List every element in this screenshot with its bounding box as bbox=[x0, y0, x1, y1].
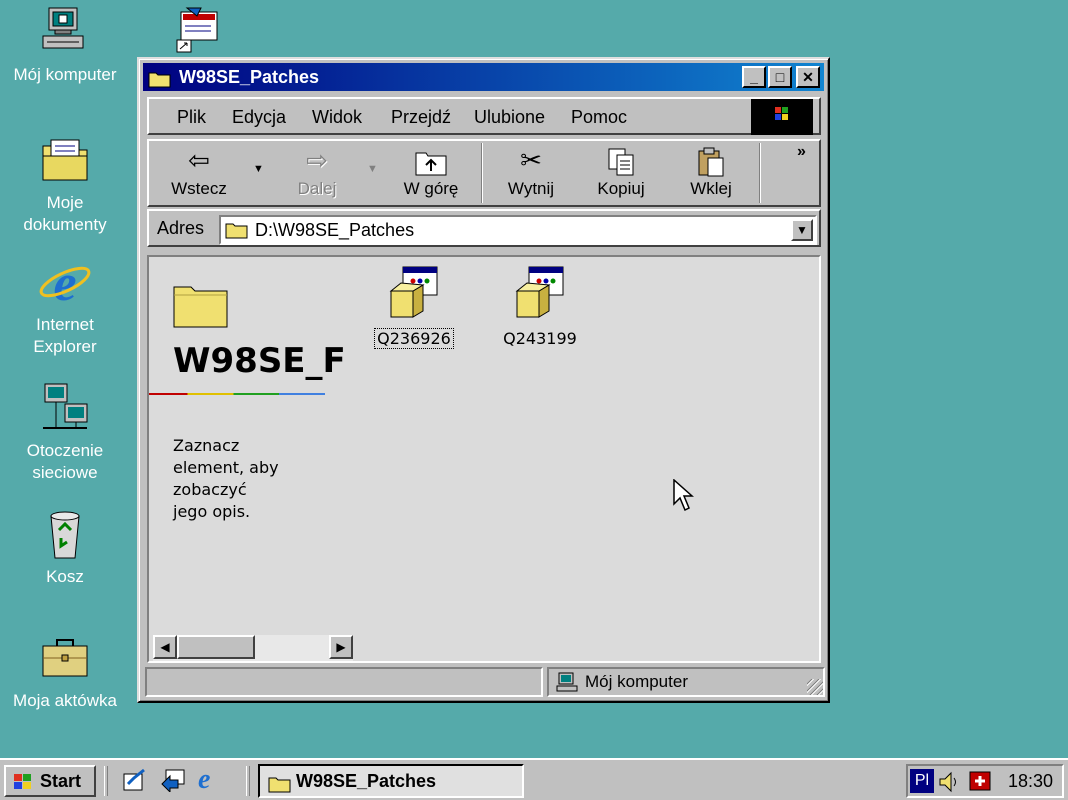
start-button[interactable]: Start bbox=[4, 765, 96, 797]
folder-heading: W98SE_F bbox=[173, 341, 346, 381]
explorer-window[interactable]: W98SE_Patches _ □ ✕ Plik Edycja Widok Pr… bbox=[137, 57, 830, 703]
toolbar-more-button[interactable]: » bbox=[797, 143, 806, 161]
system-tray: Pl 18:30 bbox=[906, 764, 1064, 798]
forward-arrow-icon: ⇨ bbox=[306, 145, 328, 175]
setup-package-icon bbox=[511, 266, 569, 325]
address-bar: Adres D:\W98SE_Patches ▼ bbox=[147, 209, 821, 247]
taskbar-window-title: W98SE_Patches bbox=[296, 771, 437, 791]
internet-explorer-icon: e bbox=[37, 254, 93, 312]
toolbar-separator bbox=[759, 143, 761, 203]
window-title: W98SE_Patches bbox=[179, 67, 320, 87]
antivirus-icon[interactable] bbox=[968, 769, 994, 798]
status-panel-main bbox=[145, 667, 543, 697]
forward-button[interactable]: ⇨ Dalej bbox=[277, 141, 357, 205]
network-icon bbox=[37, 380, 93, 436]
windows-logo-icon bbox=[751, 99, 813, 135]
menu-widok[interactable]: Widok bbox=[312, 107, 362, 128]
file-name: Q236926 bbox=[374, 328, 454, 349]
address-field[interactable]: D:\W98SE_Patches ▼ bbox=[219, 215, 817, 245]
resize-grip-icon[interactable] bbox=[807, 679, 823, 695]
menu-bar: Plik Edycja Widok Przejdź Ulubione Pomoc bbox=[147, 97, 821, 135]
copy-icon bbox=[581, 141, 661, 179]
desktop-icon-label: Internet Explorer bbox=[33, 315, 97, 356]
back-button[interactable]: ⇦ Wstecz bbox=[159, 141, 239, 205]
menu-edycja[interactable]: Edycja bbox=[232, 107, 286, 128]
window-titlebar[interactable]: W98SE_Patches _ □ ✕ bbox=[143, 63, 824, 91]
file-item[interactable]: Q236926 bbox=[369, 265, 459, 349]
scroll-right-button[interactable]: ▶ bbox=[329, 635, 353, 659]
internet-explorer-icon[interactable]: e bbox=[198, 764, 210, 796]
desktop-icon-label: Mój komputer bbox=[13, 65, 117, 84]
desktop-icon-label: Otoczenie sieciowe bbox=[26, 441, 104, 482]
folder-icon bbox=[225, 221, 249, 244]
start-label: Start bbox=[40, 771, 82, 791]
taskbar-window-button[interactable]: W98SE_Patches bbox=[258, 764, 524, 798]
briefcase-icon bbox=[37, 630, 93, 686]
channels-icon[interactable] bbox=[160, 768, 188, 797]
heading-rule bbox=[149, 393, 325, 395]
standard-toolbar: ⇦ Wstecz ▼ ⇨ Dalej ▼ W górę ✂ Wytnij Kop… bbox=[147, 139, 821, 207]
volume-icon[interactable] bbox=[938, 770, 960, 799]
menu-ulubione[interactable]: Ulubione bbox=[474, 107, 545, 128]
show-desktop-icon[interactable] bbox=[122, 768, 148, 797]
back-arrow-icon: ⇦ bbox=[188, 145, 210, 175]
cut-button[interactable]: ✂ Wytnij bbox=[491, 141, 571, 205]
desktop-icon-label: Moja aktówka bbox=[13, 691, 117, 710]
desktop-icon-briefcase[interactable]: Moja aktówka bbox=[0, 630, 130, 712]
setup-package-icon bbox=[385, 266, 443, 325]
status-bar: Mój komputer bbox=[145, 667, 825, 697]
address-dropdown-button[interactable]: ▼ bbox=[791, 219, 813, 241]
file-name: Q243199 bbox=[503, 329, 577, 348]
folder-view[interactable]: W98SE_F Zaznacz element, aby zobaczyć je… bbox=[147, 255, 821, 663]
folder-icon bbox=[268, 772, 292, 800]
scroll-left-button[interactable]: ◀ bbox=[153, 635, 177, 659]
desktop-icon-label: Kosz bbox=[46, 567, 84, 586]
file-item[interactable]: Q243199 bbox=[495, 265, 585, 349]
taskbar-separator bbox=[246, 766, 250, 796]
horizontal-scrollbar[interactable]: ◀ ▶ bbox=[153, 635, 353, 661]
menu-plik[interactable]: Plik bbox=[177, 107, 206, 128]
windows-logo-icon bbox=[12, 772, 34, 800]
forward-dropdown-icon[interactable]: ▼ bbox=[367, 163, 378, 175]
scroll-thumb[interactable] bbox=[177, 635, 255, 659]
mouse-cursor-icon bbox=[673, 478, 695, 518]
address-value: D:\W98SE_Patches bbox=[255, 220, 415, 240]
close-button[interactable]: ✕ bbox=[796, 66, 820, 88]
taskbar: Start e W98SE_Patches Pl 18:30 bbox=[0, 758, 1068, 800]
inbox-icon bbox=[167, 6, 223, 62]
menu-pomoc[interactable]: Pomoc bbox=[571, 107, 627, 128]
minimize-button[interactable]: _ bbox=[742, 66, 766, 88]
paste-clipboard-icon bbox=[671, 141, 751, 179]
desktop-icon-my-computer[interactable]: Mój komputer bbox=[0, 4, 130, 86]
maximize-button[interactable]: □ bbox=[768, 66, 792, 88]
folder-large-icon bbox=[171, 279, 231, 336]
svg-text:e: e bbox=[53, 255, 76, 310]
computer-icon bbox=[37, 4, 93, 60]
quicklaunch-separator bbox=[104, 766, 108, 796]
desktop-icon-label: Moje dokumenty bbox=[23, 193, 107, 234]
status-panel-location: Mój komputer bbox=[547, 667, 825, 697]
scissors-icon: ✂ bbox=[520, 145, 542, 175]
status-location: Mój komputer bbox=[585, 672, 688, 691]
up-folder-icon bbox=[391, 141, 471, 179]
description-text: Zaznacz element, aby zobaczyć jego opis. bbox=[173, 436, 279, 521]
menu-przejdz[interactable]: Przejdź bbox=[391, 107, 451, 128]
copy-button[interactable]: Kopiuj bbox=[581, 141, 661, 205]
desktop-icon-recycle-bin[interactable]: Kosz bbox=[0, 506, 130, 588]
paste-button[interactable]: Wklej bbox=[671, 141, 751, 205]
folder-icon bbox=[148, 68, 172, 88]
address-label: Adres bbox=[157, 218, 205, 238]
recycle-bin-icon bbox=[37, 506, 93, 562]
clock[interactable]: 18:30 bbox=[1008, 771, 1053, 792]
computer-icon bbox=[555, 672, 579, 697]
desktop-icon-network[interactable]: Otoczenie sieciowe bbox=[0, 380, 130, 484]
documents-folder-icon bbox=[37, 132, 93, 188]
back-dropdown-icon[interactable]: ▼ bbox=[253, 163, 264, 175]
toolbar-separator bbox=[481, 143, 483, 203]
language-indicator[interactable]: Pl bbox=[910, 769, 934, 793]
desktop-icon-internet-explorer[interactable]: e Internet Explorer bbox=[0, 254, 130, 358]
up-button[interactable]: W górę bbox=[391, 141, 471, 205]
desktop-icon-my-documents[interactable]: Moje dokumenty bbox=[0, 132, 130, 236]
